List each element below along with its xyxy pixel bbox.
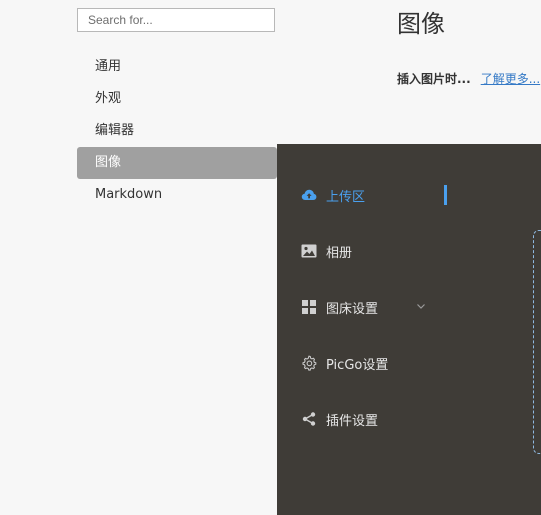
sidebar-item-general[interactable]: 通用 <box>77 51 277 83</box>
picgo-menu-upload[interactable]: 上传区 <box>277 167 453 223</box>
page: 通用 外观 编辑器 图像 Markdown 图像 插入图片时... 了解更多...… <box>0 0 541 515</box>
chevron-down-icon[interactable] <box>416 301 426 311</box>
picgo-menu-picgo-settings[interactable]: PicGo设置 <box>277 335 453 391</box>
active-indicator <box>444 185 447 205</box>
picgo-menu-label: 上传区 <box>326 189 366 205</box>
cloud-upload-icon <box>300 186 318 204</box>
picgo-menu-label: 插件设置 <box>326 413 379 429</box>
settings-sidebar: 通用 外观 编辑器 图像 Markdown <box>77 51 277 211</box>
picgo-menu-label: 图床设置 <box>326 301 379 317</box>
picgo-menu-plugin-settings[interactable]: 插件设置 <box>277 391 453 447</box>
picgo-menu-label: 相册 <box>326 245 353 261</box>
picgo-sidebar: 上传区 相册 图床设置 PicGo设置 插件设置 <box>277 167 453 447</box>
grid-icon <box>300 298 318 316</box>
sidebar-item-markdown[interactable]: Markdown <box>77 179 277 211</box>
picgo-menu-gallery[interactable]: 相册 <box>277 223 453 279</box>
sidebar-item-editor[interactable]: 编辑器 <box>77 115 277 147</box>
image-icon <box>300 242 318 260</box>
insert-image-label: 插入图片时... <box>397 72 471 86</box>
sidebar-item-appearance[interactable]: 外观 <box>77 83 277 115</box>
picgo-menu-image-host-settings[interactable]: 图床设置 <box>277 279 453 335</box>
picgo-window: 上传区 相册 图床设置 PicGo设置 插件设置 <box>277 144 541 515</box>
picgo-menu-label: PicGo设置 <box>326 357 389 373</box>
sidebar-item-image[interactable]: 图像 <box>77 147 277 179</box>
search-input[interactable] <box>77 8 275 32</box>
learn-more-link[interactable]: 了解更多... <box>481 72 540 86</box>
share-icon <box>300 410 318 428</box>
insert-image-row: 插入图片时... 了解更多... <box>397 70 540 87</box>
upload-drop-zone[interactable] <box>533 230 541 454</box>
page-title: 图像 <box>397 10 445 38</box>
gear-icon <box>300 354 318 372</box>
